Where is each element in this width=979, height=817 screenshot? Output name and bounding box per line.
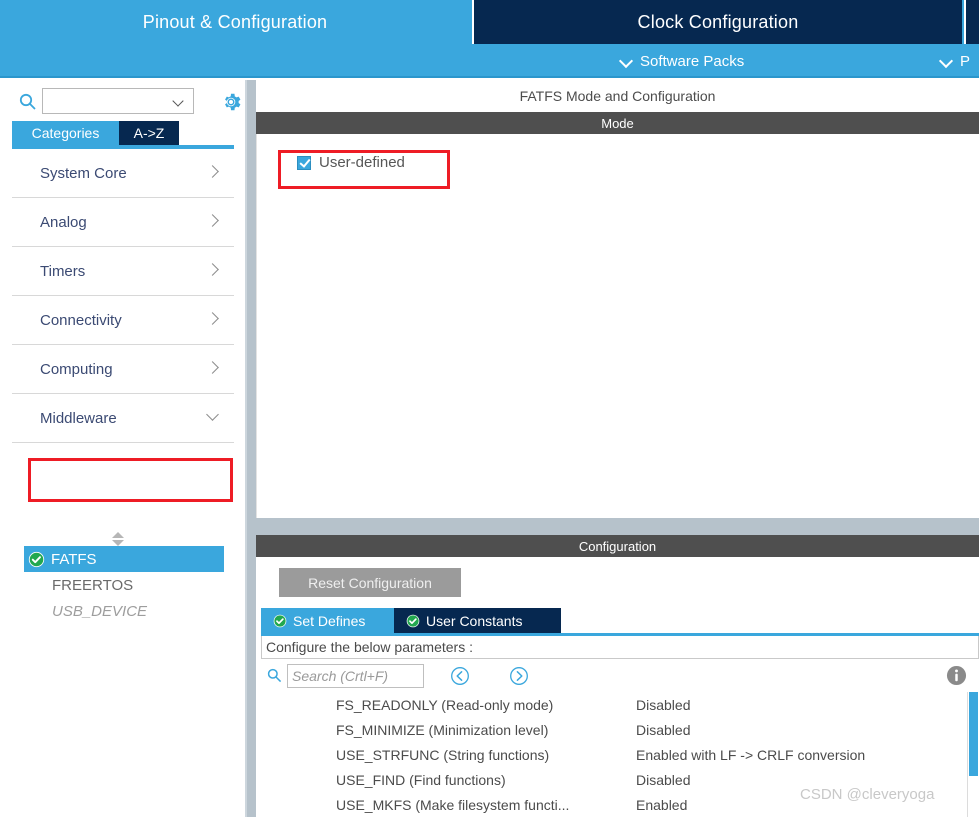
gear-icon[interactable] [220, 91, 242, 113]
tab-set-defines[interactable]: Set Defines [261, 608, 394, 633]
sidebar-item-connectivity[interactable]: Connectivity [12, 296, 234, 345]
horizontal-splitter[interactable] [256, 518, 979, 535]
tab-set-defines-label: Set Defines [293, 612, 366, 629]
chevron-right-icon [208, 363, 220, 375]
sidebar-item-freertos-label: FREERTOS [52, 576, 134, 594]
sidebar-item-freertos[interactable]: FREERTOS [24, 572, 224, 598]
mode-section-header-label: Mode [601, 115, 634, 131]
tab-user-constants[interactable]: User Constants [394, 608, 561, 633]
reset-configuration-button-label: Reset Configuration [308, 574, 432, 591]
sidebar-item-analog-label: Analog [40, 213, 87, 231]
configuration-section-header-label: Configuration [578, 538, 657, 554]
main-panel: FATFS Mode and Configuration Mode User-d… [256, 80, 979, 817]
sidebar-item-usb-device-label: USB_DEVICE [52, 602, 148, 620]
watermark: CSDN @cleveryoga [800, 786, 935, 803]
check-circle-icon [406, 614, 420, 628]
chevron-right-icon [208, 216, 220, 228]
configure-parameters-hint: Configure the below parameters : [261, 636, 979, 659]
checkbox-checked-icon [297, 155, 311, 170]
configuration-section-header: Configuration [256, 535, 979, 557]
configure-parameters-hint-label: Configure the below parameters : [266, 639, 473, 655]
reset-configuration-button[interactable]: Reset Configuration [279, 568, 461, 597]
mode-section-body: User-defined [256, 134, 979, 518]
page-title: FATFS Mode and Configuration [256, 80, 979, 112]
vertical-splitter[interactable] [245, 80, 256, 817]
page-title-label: FATFS Mode and Configuration [519, 88, 716, 104]
chevron-right-icon [208, 314, 220, 326]
info-icon[interactable] [946, 665, 967, 686]
tab-user-constants-label: User Constants [426, 612, 523, 629]
parameter-value: Disabled [636, 696, 691, 713]
sidebar-item-middleware-label: Middleware [40, 409, 117, 427]
chevron-down-icon [620, 55, 633, 68]
sidebar-item-usb-device[interactable]: USB_DEVICE [24, 598, 224, 624]
parameter-toolbar: Search (Crtl+F) [261, 661, 979, 692]
tab-pinout-configuration[interactable]: Pinout & Configuration [0, 0, 470, 44]
search-icon [19, 93, 36, 110]
parameter-value: Disabled [636, 721, 691, 738]
software-packs-bar: Software Packs P [0, 44, 979, 78]
software-packs-menu[interactable]: Software Packs [620, 44, 744, 78]
parameter-name: USE_FIND (Find functions) [336, 771, 506, 788]
prev-arrow-icon[interactable] [450, 666, 470, 686]
table-row[interactable]: FS_READONLY (Read-only mode) Disabled [261, 692, 965, 717]
middleware-list: FATFS FREERTOS USB_DEVICE [24, 546, 224, 624]
parameter-search-placeholder: Search (Crtl+F) [292, 668, 389, 684]
user-defined-checkbox-label: User-defined [319, 154, 405, 171]
table-row[interactable]: FS_MINIMIZE (Minimization level) Disable… [261, 717, 965, 742]
sidebar-item-timers[interactable]: Timers [12, 247, 234, 296]
parameter-name: USE_STRFUNC (String functions) [336, 746, 550, 763]
chevron-down-icon [208, 412, 220, 424]
chevron-right-icon [208, 265, 220, 277]
sidebar-search-row [0, 83, 245, 119]
sidebar-item-computing[interactable]: Computing [12, 345, 234, 394]
software-packs-label: Software Packs [640, 52, 745, 70]
table-row[interactable]: USE_STRFUNC (String functions) Enabled w… [261, 742, 965, 767]
sidebar-tab-categories-label: Categories [31, 125, 100, 141]
next-arrow-icon[interactable] [509, 666, 529, 686]
sidebar-item-timers-label: Timers [40, 262, 86, 280]
sidebar-search-input[interactable] [42, 88, 194, 114]
cubemx-window: Pinout & Configuration Clock Configurati… [0, 0, 979, 817]
parameter-name: FS_MINIMIZE (Minimization level) [336, 721, 549, 738]
spinner-up-icon [112, 532, 124, 538]
sidebar-item-system-core-label: System Core [40, 164, 127, 182]
configuration-section: Configuration Reset Configuration Set De… [256, 535, 979, 817]
sidebar-item-middleware[interactable]: Middleware [12, 394, 234, 443]
chevron-right-icon [208, 167, 220, 179]
scrollbar-thumb[interactable] [969, 692, 978, 776]
sidebar-tab-a-to-z-label: A->Z [133, 125, 165, 141]
check-circle-icon [28, 551, 45, 568]
sidebar-item-analog[interactable]: Analog [12, 198, 234, 247]
parameter-list-scrollbar[interactable] [967, 692, 979, 817]
parameter-search-input[interactable]: Search (Crtl+F) [287, 664, 424, 688]
pinout-menu-partial-label: P [960, 52, 971, 70]
check-circle-icon [273, 614, 287, 628]
tab-pinout-configuration-label: Pinout & Configuration [142, 11, 328, 32]
chevron-down-icon[interactable] [174, 97, 185, 108]
parameter-name: USE_MKFS (Make filesystem functi... [336, 796, 570, 813]
sidebar-item-connectivity-label: Connectivity [40, 311, 122, 329]
sidebar-item-fatfs-label: FATFS [51, 550, 97, 568]
main-tab-bar: Pinout & Configuration Clock Configurati… [0, 0, 979, 44]
user-defined-checkbox[interactable]: User-defined [297, 154, 405, 171]
category-list: System Core Analog Timers Connectivity C… [12, 149, 234, 443]
sidebar-tab-a-to-z[interactable]: A->Z [119, 121, 179, 145]
sidebar-item-fatfs[interactable]: FATFS [24, 546, 224, 572]
sidebar-item-computing-label: Computing [40, 360, 113, 378]
sidebar-tab-categories[interactable]: Categories [12, 121, 119, 145]
tab-clock-configuration-label: Clock Configuration [637, 11, 799, 32]
sidebar: Categories A->Z System Core Analog Timer… [0, 80, 245, 817]
parameter-name: FS_READONLY (Read-only mode) [336, 696, 554, 713]
tab-project-manager-partial[interactable] [964, 0, 979, 44]
sidebar-item-system-core[interactable]: System Core [12, 149, 234, 198]
tab-clock-configuration[interactable]: Clock Configuration [472, 0, 962, 44]
chevron-down-icon [940, 55, 953, 68]
parameter-value: Enabled with LF -> CRLF conversion [636, 746, 866, 763]
search-icon [267, 668, 282, 683]
pinout-menu-partial[interactable]: P [940, 44, 970, 78]
mode-section-header: Mode [256, 112, 979, 134]
